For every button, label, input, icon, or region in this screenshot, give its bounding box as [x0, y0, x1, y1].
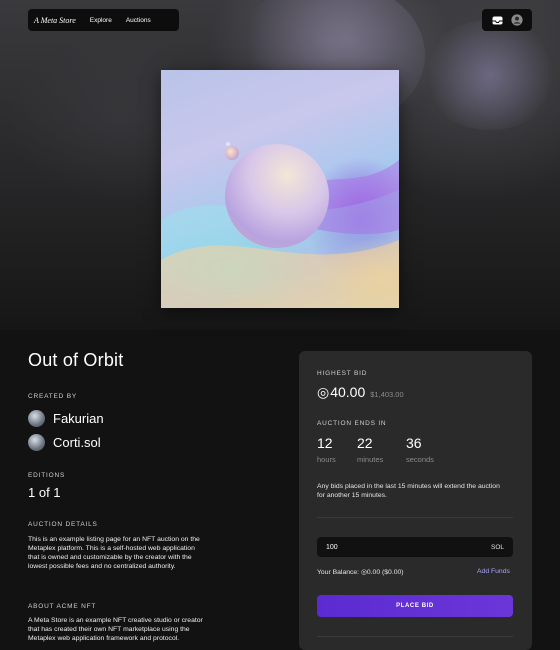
user-avatar-icon[interactable] [510, 14, 523, 26]
editions-label: EDITIONS [28, 472, 66, 479]
bid-amount-input[interactable] [326, 543, 446, 551]
top-navbar: A Meta Store Explore Auctions [28, 9, 179, 31]
about-label: ABOUT ACME NFT [28, 603, 97, 610]
add-funds-link[interactable]: Add Funds [477, 568, 510, 575]
countdown-seconds: 36 seconds [406, 435, 434, 464]
nft-artwork-image[interactable] [161, 70, 399, 308]
countdown-unit: minutes [357, 455, 384, 464]
bid-extension-notice: Any bids placed in the last 15 minutes w… [317, 483, 500, 499]
bid-card: HIGHEST BID ◎ 40.00 $1,403.00 AUCTION EN… [299, 351, 532, 650]
user-toolbar [482, 9, 532, 31]
creator-item[interactable]: Fakurian [28, 410, 104, 427]
bid-amount-field[interactable]: SOL [317, 537, 513, 557]
card-divider [317, 517, 513, 518]
wallet-balance: Your Balance: ◎0.00 ($0.00) [317, 569, 404, 576]
created-by-label: CREATED BY [28, 393, 78, 400]
artwork-moon [225, 146, 239, 160]
about-text: A Meta Store is an example NFT creative … [28, 617, 203, 642]
creator-item[interactable]: Corti.sol [28, 434, 101, 451]
countdown-value: 12 [317, 435, 333, 451]
countdown-hours: 12 hours [317, 435, 336, 464]
highest-bid-label: HIGHEST BID [317, 370, 368, 377]
auction-details-label: AUCTION DETAILS [28, 521, 98, 528]
background-orb [420, 20, 560, 130]
sol-currency-icon: ◎ [317, 384, 330, 400]
auction-ends-label: AUCTION ENDS IN [317, 420, 387, 427]
creator-name: Corti.sol [53, 435, 101, 450]
highest-bid-amount: ◎ 40.00 $1,403.00 [317, 384, 404, 401]
nav-link-explore[interactable]: Explore [90, 17, 112, 24]
brand-logo[interactable]: A Meta Store [34, 16, 76, 25]
countdown-unit: hours [317, 455, 336, 464]
artwork-planet [225, 144, 329, 248]
creator-avatar [28, 410, 45, 427]
inbox-icon[interactable] [492, 14, 504, 26]
auction-details-text: This is an example listing page for an N… [28, 536, 200, 570]
place-bid-button[interactable]: PLACE BID [317, 595, 513, 617]
artwork-star [226, 142, 230, 146]
countdown-unit: seconds [406, 455, 434, 464]
listing-title: Out of Orbit [28, 350, 124, 370]
countdown-value: 22 [357, 435, 373, 451]
creator-name: Fakurian [53, 411, 104, 426]
countdown-value: 36 [406, 435, 422, 451]
bid-currency-suffix: SOL [490, 543, 504, 551]
creator-avatar [28, 434, 45, 451]
nav-link-auctions[interactable]: Auctions [126, 17, 151, 24]
editions-value: 1 of 1 [28, 485, 61, 500]
card-divider [317, 636, 513, 637]
countdown-minutes: 22 minutes [357, 435, 383, 464]
highest-bid-usd: $1,403.00 [370, 390, 404, 399]
highest-bid-value: 40.00 [330, 384, 366, 400]
